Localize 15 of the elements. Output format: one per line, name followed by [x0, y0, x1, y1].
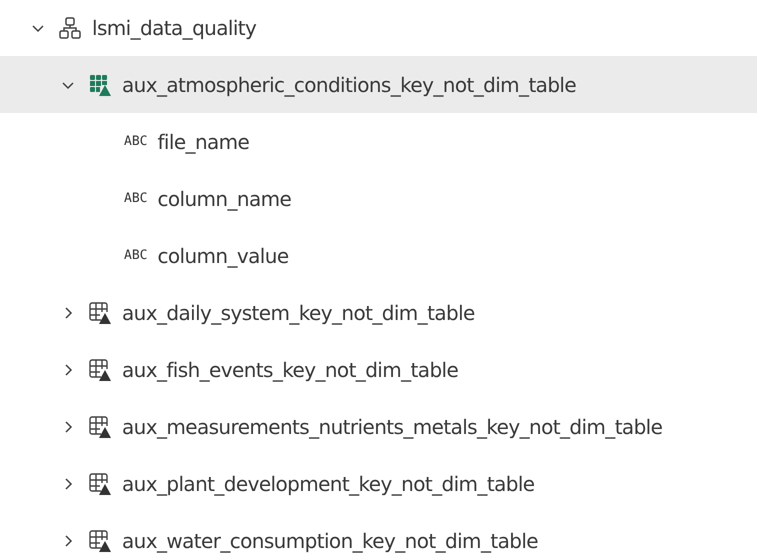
- tree-item-label[interactable]: aux_measurements_nutrients_metals_key_not_dim_table: [122, 414, 662, 438]
- tree-item-label[interactable]: aux_atmospheric_conditions_key_not_dim_table: [122, 72, 576, 96]
- type-label: ABC: [124, 248, 148, 263]
- tree-item-label[interactable]: aux_water_consumption_key_not_dim_table: [122, 528, 538, 552]
- hierarchy-icon: [58, 16, 82, 40]
- tree-item-label[interactable]: column_name: [157, 186, 292, 210]
- selected-tree-row[interactable]: aux_atmospheric_conditions_key_not_dim_table: [0, 56, 757, 113]
- type-label: ABC: [124, 191, 148, 206]
- type-label: ABC: [124, 134, 148, 149]
- tree-item-label[interactable]: lsmi_data_quality: [92, 16, 256, 40]
- tree-item-label[interactable]: aux_daily_system_key_not_dim_table: [122, 300, 475, 324]
- tree-item-label[interactable]: column_value: [157, 244, 289, 268]
- tree-item-label[interactable]: aux_fish_events_key_not_dim_table: [122, 358, 458, 382]
- tree-item-label[interactable]: file_name: [157, 130, 250, 154]
- tree-item-label[interactable]: aux_plant_development_key_not_dim_table: [122, 472, 534, 496]
